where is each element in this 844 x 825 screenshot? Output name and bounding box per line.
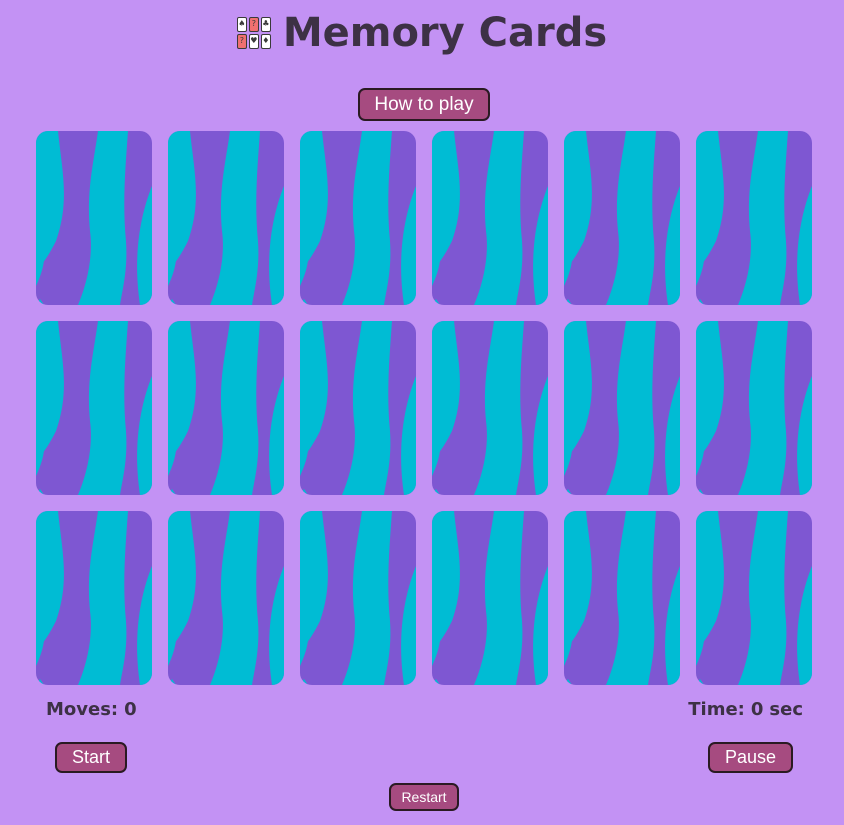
title-row: ♠ ? ♣ ? ♥ ♦ Memory Cards — [0, 8, 844, 58]
card-back[interactable] — [300, 321, 416, 495]
start-button[interactable]: Start — [55, 742, 127, 773]
card-back[interactable] — [36, 511, 152, 685]
card-back[interactable] — [432, 321, 548, 495]
card-back[interactable] — [564, 511, 680, 685]
how-to-play-button[interactable]: How to play — [358, 88, 490, 121]
memory-cards-logo-icon: ♠ ? ♣ ? ♥ ♦ — [236, 17, 271, 51]
card-back[interactable] — [432, 131, 548, 305]
restart-button[interactable]: Restart — [389, 783, 459, 811]
card-back[interactable] — [696, 131, 812, 305]
card-grid — [36, 131, 812, 685]
card-back-pattern-icon — [168, 511, 284, 685]
card-back[interactable] — [168, 511, 284, 685]
card-back[interactable] — [564, 131, 680, 305]
card-back[interactable] — [432, 511, 548, 685]
card-back-pattern-icon — [36, 131, 152, 305]
card-back[interactable] — [696, 321, 812, 495]
card-back-pattern-icon — [300, 131, 416, 305]
card-back-pattern-icon — [300, 321, 416, 495]
card-back[interactable] — [168, 321, 284, 495]
time-value: 0 — [750, 699, 764, 720]
card-back-pattern-icon — [564, 321, 680, 495]
card-back-pattern-icon — [696, 131, 812, 305]
pause-button[interactable]: Pause — [708, 742, 793, 773]
card-back-pattern-icon — [300, 511, 416, 685]
card-back-pattern-icon — [432, 511, 548, 685]
card-back-pattern-icon — [564, 131, 680, 305]
card-back-pattern-icon — [432, 321, 548, 495]
memory-game-page: ♠ ? ♣ ? ♥ ♦ Memory Cards How to play Mov… — [0, 0, 844, 825]
time-label: Time: — [688, 699, 745, 720]
moves-counter: Moves: 0 — [46, 699, 137, 720]
card-back-pattern-icon — [168, 131, 284, 305]
timer: Time: 0 sec — [688, 699, 803, 720]
card-back[interactable] — [168, 131, 284, 305]
card-back[interactable] — [300, 131, 416, 305]
card-back-pattern-icon — [564, 511, 680, 685]
card-back[interactable] — [36, 321, 152, 495]
time-unit: sec — [769, 699, 803, 720]
card-back-pattern-icon — [36, 511, 152, 685]
card-back[interactable] — [36, 131, 152, 305]
moves-label: Moves: — [46, 699, 119, 720]
card-back-pattern-icon — [696, 321, 812, 495]
card-back-pattern-icon — [432, 131, 548, 305]
card-back-pattern-icon — [168, 321, 284, 495]
page-title: Memory Cards — [282, 10, 608, 56]
card-back[interactable] — [696, 511, 812, 685]
moves-value: 0 — [124, 699, 137, 720]
card-back-pattern-icon — [36, 321, 152, 495]
card-back[interactable] — [564, 321, 680, 495]
card-back-pattern-icon — [696, 511, 812, 685]
card-back[interactable] — [300, 511, 416, 685]
